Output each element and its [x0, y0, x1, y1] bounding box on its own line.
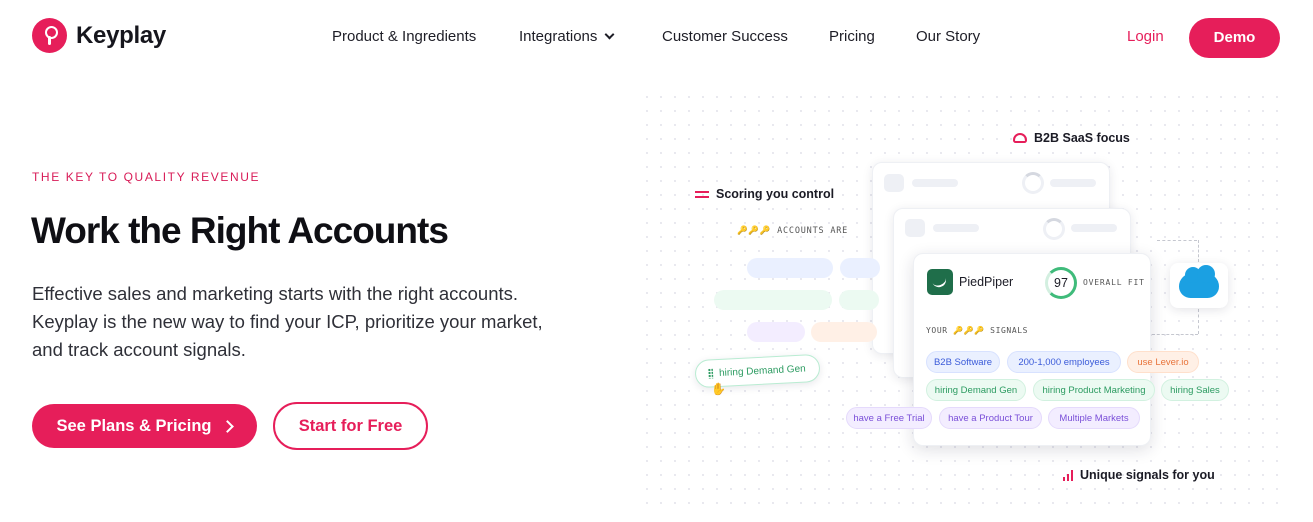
see-plans-pricing-button[interactable]: See Plans & Pricing	[32, 404, 257, 448]
signal-chip: use Lever.io	[1127, 351, 1199, 373]
hero-eyebrow: THE KEY TO QUALITY REVENUE	[32, 170, 261, 184]
cloud-icon	[1013, 133, 1027, 143]
criteria-pill-green	[839, 290, 879, 310]
signal-chip: hiring Product Marketing	[1033, 379, 1155, 401]
unique-signals-text: Unique signals for you	[1080, 468, 1215, 482]
chevron-down-icon	[604, 29, 615, 40]
top-navigation: Keyplay Product & Ingredients Integratio…	[0, 0, 1313, 76]
hero-lead: Effective sales and marketing starts wit…	[32, 283, 543, 360]
overall-fit-label: OVERALL FIT	[1083, 278, 1145, 287]
signal-chip: Multiple Markets	[1048, 407, 1140, 429]
signal-chip: have a Product Tour	[939, 407, 1042, 429]
unique-signals-label: Unique signals for you	[1063, 468, 1215, 482]
accounts-are-label: 🔑🔑🔑 ACCOUNTS ARE	[737, 226, 849, 236]
demo-button[interactable]: Demo	[1189, 18, 1280, 58]
signals-label: YOUR 🔑🔑🔑 SIGNALS	[926, 326, 1029, 335]
criteria-pill-green	[714, 290, 832, 310]
chevron-right-icon	[221, 419, 235, 433]
skeleton-line	[933, 224, 979, 232]
skeleton-score-ring	[1022, 172, 1044, 194]
criteria-pill-blue	[840, 258, 880, 278]
nav-item-pricing[interactable]: Pricing	[829, 28, 875, 45]
scoring-label: Scoring you control	[695, 187, 834, 201]
connector-line	[1198, 240, 1199, 262]
nav-item-integrations[interactable]: Integrations	[519, 28, 615, 45]
b2b-focus-label: B2B SaaS focus	[1013, 131, 1130, 145]
login-link[interactable]: Login	[1127, 28, 1164, 45]
start-for-free-button[interactable]: Start for Free	[273, 402, 428, 450]
skeleton-line	[912, 179, 958, 187]
nav-item-our-story[interactable]: Our Story	[916, 28, 980, 45]
hero-title: Work the Right Accounts	[31, 210, 449, 251]
connector-line	[1198, 309, 1199, 334]
main-menu: Product & Ingredients Integrations Custo…	[0, 28, 1313, 48]
piedpiper-logo-icon	[927, 269, 953, 295]
nav-item-integrations-label: Integrations	[519, 28, 598, 45]
signal-chip: hiring Sales	[1161, 379, 1229, 401]
fit-score: 97	[1045, 267, 1077, 299]
see-plans-pricing-label: See Plans & Pricing	[56, 416, 212, 435]
company-name: PiedPiper	[959, 275, 1014, 289]
signal-chip: have a Free Trial	[846, 407, 932, 429]
scoring-text: Scoring you control	[716, 187, 835, 201]
signal-bars-icon	[1063, 469, 1073, 481]
criteria-pill-blue	[747, 258, 833, 278]
nav-item-product-ingredients[interactable]: Product & Ingredients	[332, 28, 476, 45]
signal-chip: 200-1,000 employees	[1007, 351, 1121, 373]
dragged-signal-label: hiring Demand Gen	[718, 362, 806, 379]
connector-line	[1152, 334, 1198, 335]
connector-line	[1157, 240, 1197, 241]
skeleton-line	[1071, 224, 1117, 232]
salesforce-badge	[1170, 263, 1228, 308]
skeleton-score-ring	[1043, 218, 1065, 240]
grab-cursor-icon: ✋	[711, 382, 726, 396]
sliders-icon	[695, 189, 709, 199]
skeleton-logo	[905, 219, 925, 237]
b2b-focus-text: B2B SaaS focus	[1034, 131, 1130, 145]
signal-chip: B2B Software	[926, 351, 1000, 373]
salesforce-cloud-icon	[1179, 265, 1219, 298]
skeleton-logo	[884, 174, 904, 192]
drag-handle-icon	[707, 368, 714, 379]
nav-item-customer-success[interactable]: Customer Success	[662, 28, 788, 45]
skeleton-line	[1050, 179, 1096, 187]
criteria-pill-orange	[811, 322, 877, 342]
criteria-pill-purple	[747, 322, 805, 342]
signal-chip: hiring Demand Gen	[926, 379, 1026, 401]
